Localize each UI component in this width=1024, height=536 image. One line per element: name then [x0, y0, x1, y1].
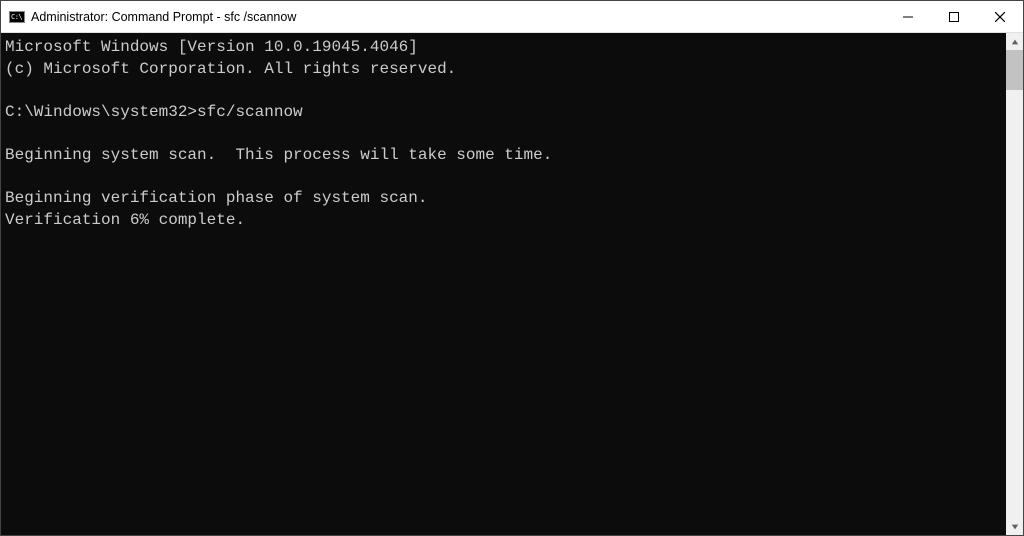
- chevron-up-icon: [1011, 38, 1019, 46]
- command-prompt-window: C:\ Administrator: Command Prompt - sfc …: [0, 0, 1024, 536]
- terminal-output[interactable]: Microsoft Windows [Version 10.0.19045.40…: [1, 33, 1006, 535]
- verify-begin-line: Beginning verification phase of system s…: [5, 189, 427, 207]
- maximize-icon: [949, 12, 959, 22]
- version-line: Microsoft Windows [Version 10.0.19045.40…: [5, 38, 418, 56]
- close-icon: [995, 12, 1005, 22]
- content-wrapper: Microsoft Windows [Version 10.0.19045.40…: [1, 33, 1023, 535]
- window-controls: [885, 1, 1023, 32]
- prompt-line: C:\Windows\system32>sfc/scannow: [5, 103, 303, 121]
- scrollbar-thumb[interactable]: [1006, 50, 1023, 90]
- maximize-button[interactable]: [931, 1, 977, 32]
- chevron-down-icon: [1011, 523, 1019, 531]
- window-title: Administrator: Command Prompt - sfc /sca…: [31, 10, 885, 24]
- close-button[interactable]: [977, 1, 1023, 32]
- copyright-line: (c) Microsoft Corporation. All rights re…: [5, 60, 456, 78]
- scrollbar-track[interactable]: [1006, 50, 1023, 518]
- vertical-scrollbar[interactable]: [1006, 33, 1023, 535]
- minimize-button[interactable]: [885, 1, 931, 32]
- titlebar[interactable]: C:\ Administrator: Command Prompt - sfc …: [1, 1, 1023, 33]
- scan-begin-line: Beginning system scan. This process will…: [5, 146, 552, 164]
- minimize-icon: [903, 12, 913, 22]
- scroll-up-button[interactable]: [1006, 33, 1023, 50]
- scroll-down-button[interactable]: [1006, 518, 1023, 535]
- app-icon: C:\: [9, 9, 25, 25]
- verify-progress-line: Verification 6% complete.: [5, 211, 245, 229]
- command-prompt-icon: C:\: [9, 11, 25, 23]
